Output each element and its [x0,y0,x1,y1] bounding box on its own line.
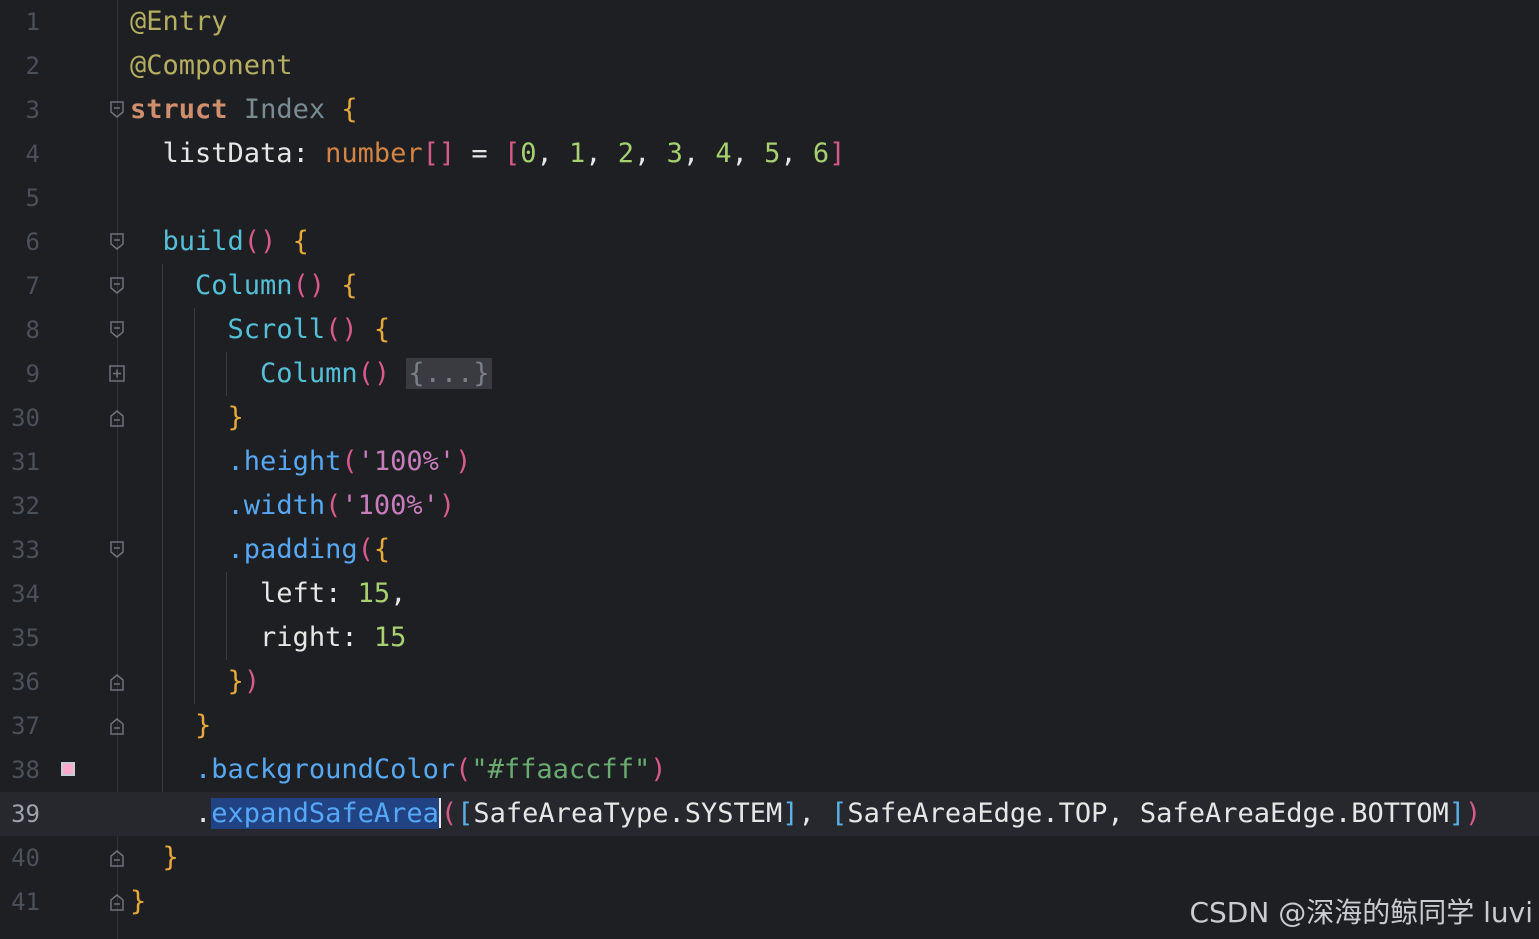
code-line[interactable]: 5 [0,176,1539,220]
code-text: @Entry [130,6,228,37]
code-line[interactable]: 40 } [0,836,1539,880]
color-preview-icon[interactable] [61,762,75,776]
line-number: 9 [25,360,40,388]
line-number: 2 [25,52,40,80]
code-line[interactable]: 37 } [0,704,1539,748]
fold-end-icon[interactable] [109,893,125,911]
fold-end-icon[interactable] [109,673,125,691]
code-line[interactable]: 30 } [0,396,1539,440]
selected-text[interactable]: expandSafeArea [211,798,439,829]
code-line[interactable]: 38 .backgroundColor("#ffaaccff") [0,748,1539,792]
line-number: 30 [11,404,40,432]
code-text: .backgroundColor("#ffaaccff") [195,754,667,785]
code-text: left: 15, [260,578,407,609]
code-line-current[interactable]: 39 .expandSafeArea([SafeAreaType.SYSTEM]… [0,792,1539,836]
code-text: } [227,402,244,433]
line-number: 4 [25,140,40,168]
code-text: .height('100%') [227,446,472,477]
code-line[interactable]: 6 build() { [0,220,1539,264]
fold-collapse-icon[interactable] [109,101,125,119]
code-text: } [130,886,147,917]
code-text: Column() {...} [260,358,492,389]
fold-collapse-icon[interactable] [109,233,125,251]
fold-end-icon[interactable] [109,849,125,867]
code-text: @Component [130,50,293,81]
code-text: right: 15 [260,622,407,653]
fold-expand-icon[interactable] [109,365,125,383]
line-number: 1 [25,8,40,36]
line-number: 7 [25,272,40,300]
code-text: Scroll() { [227,314,391,345]
code-text: .expandSafeArea([SafeAreaType.SYSTEM], [… [195,797,1482,829]
code-line[interactable]: 2 @Component [0,44,1539,88]
line-number: 37 [11,712,40,740]
line-number: 6 [25,228,40,256]
line-number: 32 [11,492,40,520]
line-number: 3 [25,96,40,124]
code-line[interactable]: 4 listData: number[] = [0, 1, 2, 3, 4, 5… [0,132,1539,176]
code-line[interactable]: 9 Column() {...} [0,352,1539,396]
code-text: .padding({ [227,534,391,565]
watermark: CSDN @深海的鲸同学 luvi [1189,896,1533,929]
line-number: 41 [11,888,40,916]
fold-end-icon[interactable] [109,409,125,427]
code-line[interactable]: 33 .padding({ [0,528,1539,572]
code-line[interactable]: 31 .height('100%') [0,440,1539,484]
fold-collapse-icon[interactable] [109,321,125,339]
line-number: 35 [11,624,40,652]
line-number: 38 [11,756,40,784]
line-number: 31 [11,448,40,476]
line-number: 5 [25,184,40,212]
code-line[interactable]: 35 right: 15 [0,616,1539,660]
code-text: } [195,710,212,741]
code-text: } [162,842,179,873]
line-number: 34 [11,580,40,608]
line-number: 36 [11,668,40,696]
code-text: struct Index { [130,94,358,125]
code-text: }) [227,666,261,697]
line-number: 39 [11,800,40,828]
line-number: 33 [11,536,40,564]
code-line[interactable]: 36 }) [0,660,1539,704]
code-text: listData: number[] = [0, 1, 2, 3, 4, 5, … [162,138,846,169]
fold-end-icon[interactable] [109,717,125,735]
line-number: 40 [11,844,40,872]
code-line[interactable]: 1 @Entry [0,0,1539,44]
code-text: Column() { [195,270,358,301]
code-line[interactable]: 34 left: 15, [0,572,1539,616]
code-line[interactable]: 3 struct Index { [0,88,1539,132]
code-editor[interactable]: 1 @Entry 2 @Component 3 struct Index { 4… [0,0,1539,939]
folded-region[interactable]: {...} [406,358,492,389]
code-line[interactable]: 8 Scroll() { [0,308,1539,352]
code-text: build() { [162,226,309,257]
fold-collapse-icon[interactable] [109,541,125,559]
code-line[interactable]: 32 .width('100%') [0,484,1539,528]
line-number: 8 [25,316,40,344]
code-text: .width('100%') [227,490,456,521]
code-line[interactable]: 7 Column() { [0,264,1539,308]
fold-collapse-icon[interactable] [109,277,125,295]
